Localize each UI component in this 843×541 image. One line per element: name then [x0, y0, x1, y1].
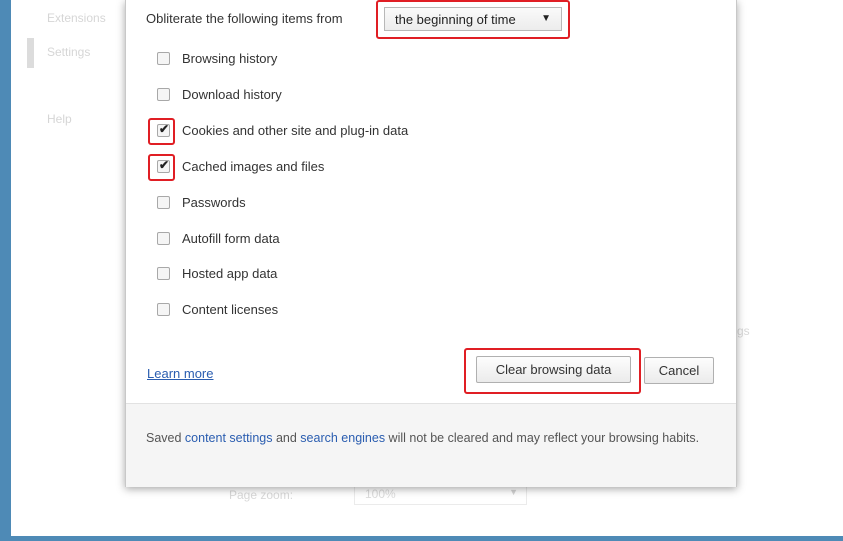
footer-note: Saved content settings and search engine…: [146, 427, 706, 450]
window-bottom-border: [0, 536, 843, 541]
obliterate-label: Obliterate the following items from: [146, 11, 343, 26]
dialog-footer: Saved content settings and search engine…: [126, 403, 736, 487]
footer-middle: and: [272, 431, 301, 445]
window-left-border: [0, 0, 11, 541]
checkmark-icon: ✔: [159, 158, 170, 172]
footer-suffix: will not be cleared and may reflect your…: [385, 431, 700, 445]
checkbox-label: Browsing history: [182, 51, 278, 66]
checkbox-label: Autofill form data: [182, 231, 280, 246]
checkbox[interactable]: [157, 52, 170, 65]
checkbox[interactable]: [157, 267, 170, 280]
checkbox-label: Hosted app data: [182, 266, 278, 281]
cancel-button[interactable]: Cancel: [644, 357, 714, 384]
checkbox[interactable]: [157, 88, 170, 101]
content-settings-link[interactable]: content settings: [185, 431, 273, 445]
checkbox[interactable]: [157, 196, 170, 209]
checkbox-label: Download history: [182, 87, 282, 102]
checkbox[interactable]: ✔: [157, 122, 170, 137]
time-range-value: the beginning of time: [395, 12, 516, 27]
time-range-select[interactable]: the beginning of time ▼: [384, 7, 562, 31]
checkbox-label: Cached images and files: [182, 159, 325, 174]
checkbox-label: Content licenses: [182, 302, 279, 317]
footer-prefix: Saved: [146, 431, 185, 445]
chevron-down-icon: ▼: [541, 13, 551, 24]
checkbox-label: Cookies and other site and plug-in data: [182, 123, 409, 138]
clear-browsing-data-button[interactable]: Clear browsing data: [476, 356, 631, 383]
learn-more-link[interactable]: Learn more: [147, 366, 213, 381]
checkbox[interactable]: [157, 303, 170, 316]
search-engines-link[interactable]: search engines: [300, 431, 385, 445]
checkbox[interactable]: ✔: [157, 158, 170, 173]
checkbox-label: Passwords: [182, 195, 246, 210]
clear-browsing-data-dialog: Obliterate the following items from the …: [125, 0, 737, 487]
checkbox[interactable]: [157, 232, 170, 245]
checkmark-icon: ✔: [159, 122, 170, 136]
